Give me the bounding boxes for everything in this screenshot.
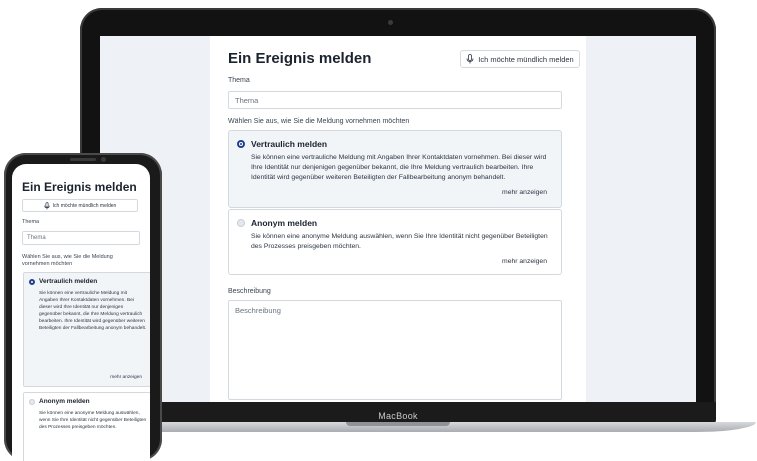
laptop-camera (388, 20, 393, 25)
laptop-notch (346, 422, 450, 426)
radio-confidential[interactable] (237, 140, 245, 148)
phone-show-more-link[interactable]: mehr anzeigen (110, 375, 142, 380)
option-confidential-title: Vertraulich melden (251, 139, 328, 149)
option-confidential-text: Sie können eine vertrauliche Meldung mit… (251, 154, 547, 181)
phone-speaker (70, 158, 96, 161)
topic-placeholder: Thema (235, 96, 259, 105)
phone-screen: Ein Ereignis melden Ich möchte mündlich … (12, 164, 150, 461)
show-more-link[interactable]: mehr anzeigen (502, 258, 547, 265)
oral-report-label: Ich möchte mündlich melden (478, 54, 574, 64)
phone-option-confidential-text: Sie können eine vertrauliche Meldung mit… (39, 291, 147, 331)
phone-camera (101, 157, 106, 162)
report-form: Ein Ereignis melden Ich möchte mündlich … (210, 36, 586, 402)
description-textarea[interactable]: Beschreibung (228, 300, 562, 400)
microphone-icon (466, 54, 474, 64)
option-confidential[interactable]: Vertraulich melden Sie können eine vertr… (228, 130, 562, 208)
option-anonymous[interactable]: Anonym melden Sie können eine anonyme Me… (228, 209, 562, 275)
description-label: Beschreibung (228, 288, 271, 295)
laptop-screen: Ein Ereignis melden Ich möchte mündlich … (100, 36, 696, 402)
phone-radio-confidential[interactable] (29, 279, 35, 285)
option-anonymous-text: Sie können eine anonyme Meldung auswähle… (251, 233, 548, 250)
phone-option-confidential[interactable]: Vertraulich melden Sie können eine vertr… (23, 272, 150, 387)
radio-anonymous[interactable] (237, 219, 245, 227)
phone-option-anonymous-title: Anonym melden (39, 398, 90, 405)
laptop-brand: MacBook (378, 411, 418, 421)
phone-radio-anonymous[interactable] (29, 399, 35, 405)
oral-report-button[interactable]: Ich möchte mündlich melden (460, 50, 580, 68)
description-placeholder: Beschreibung (235, 306, 281, 315)
phone-option-anonymous[interactable]: Anonym melden Sie können eine anonyme Me… (23, 392, 150, 461)
report-type-label: Wählen Sie aus, wie Sie die Meldung vorn… (228, 118, 410, 125)
page-title: Ein Ereignis melden (228, 50, 372, 67)
phone-option-confidential-title: Vertraulich melden (39, 278, 98, 285)
show-more-link[interactable]: mehr anzeigen (502, 189, 547, 196)
phone-option-anonymous-text: Sie können eine anonyme Meldung auswähle… (39, 411, 147, 430)
phone-report-type-label-2: vornehmen möchten (22, 261, 73, 267)
phone-report-type-label-1: Wählen Sie aus, wie Sie die Meldung (22, 254, 113, 260)
topic-input[interactable]: Thema (228, 91, 562, 109)
option-anonymous-title: Anonym melden (251, 218, 318, 228)
topic-label: Thema (228, 77, 250, 84)
